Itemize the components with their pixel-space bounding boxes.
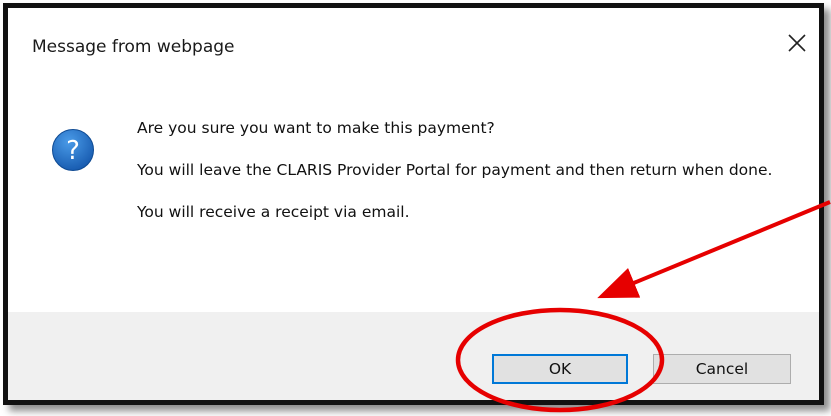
screenshot-stage: Message from webpage ? Are you sure you … xyxy=(0,0,831,416)
question-icon: ? xyxy=(52,129,94,171)
dialog-title: Message from webpage xyxy=(32,37,235,57)
dialog-titlebar[interactable]: Message from webpage xyxy=(8,8,819,84)
ok-button[interactable]: OK xyxy=(492,354,628,384)
dialog-button-bar: OK Cancel xyxy=(8,312,819,400)
dialog-messages: Are you sure you want to make this payme… xyxy=(137,118,787,244)
message-line-leave-portal: You will leave the CLARIS Provider Porta… xyxy=(137,161,773,179)
message-line-confirm: Are you sure you want to make this payme… xyxy=(137,119,495,137)
dialog-frame: Message from webpage ? Are you sure you … xyxy=(3,3,824,405)
message-dialog: Message from webpage ? Are you sure you … xyxy=(8,8,819,400)
svg-text:?: ? xyxy=(66,136,80,166)
close-icon xyxy=(788,34,806,52)
cancel-button[interactable]: Cancel xyxy=(653,354,791,384)
dialog-content: ? Are you sure you want to make this pay… xyxy=(8,84,819,312)
close-button[interactable] xyxy=(775,24,819,62)
message-line-receipt: You will receive a receipt via email. xyxy=(137,203,410,221)
